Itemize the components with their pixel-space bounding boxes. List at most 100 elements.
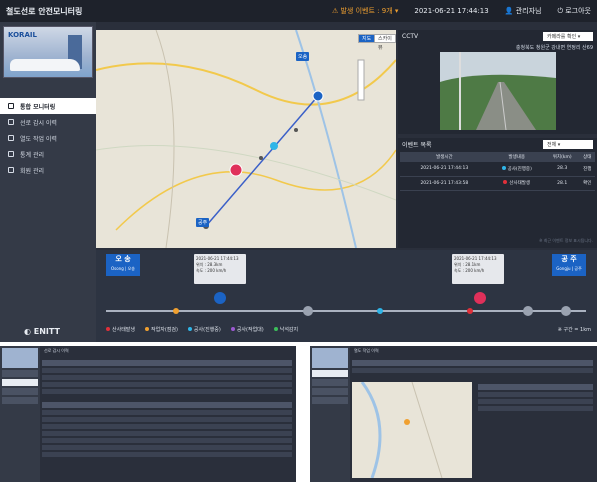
event-filter-select[interactable]: 전체 ▾ xyxy=(543,139,593,149)
sidebar-item-monitoring[interactable]: 통합 모니터링 xyxy=(0,98,96,114)
user-icon: 👤 xyxy=(504,7,514,15)
top-bar: 철도선로 안전모니터링 ⚠ 발생 이벤트 : 9개 ▾ 2021-06-21 1… xyxy=(0,0,597,22)
table-row xyxy=(42,438,292,443)
sub-nav-item-active xyxy=(312,370,348,377)
legend-label: 공사(작업대) xyxy=(236,327,264,333)
logout-button[interactable]: ⏻ 로그아웃 xyxy=(557,6,591,16)
datetime: 2021-06-21 17:44:13 xyxy=(414,7,489,15)
sidebar-item-track-history[interactable]: 선로 감시 이력 xyxy=(0,114,96,130)
legend-dot-icon xyxy=(273,327,278,331)
sub-content xyxy=(42,358,292,478)
sub-table-header xyxy=(478,384,593,390)
event-position: 28.1 xyxy=(544,176,580,191)
table-row xyxy=(478,392,593,397)
legend-dot-icon xyxy=(230,327,235,331)
main-dashboard: 철도선로 안전모니터링 ⚠ 발생 이벤트 : 9개 ▾ 2021-06-21 1… xyxy=(0,0,597,342)
map-canvas xyxy=(96,30,396,248)
sub-nav-item xyxy=(2,388,38,395)
sidebar-item-members[interactable]: 회원 관리 xyxy=(0,162,96,178)
legend-dot-icon xyxy=(187,327,192,331)
map-type-button[interactable]: 지도 xyxy=(358,34,376,43)
legend-item: 공사(작업대) xyxy=(230,326,264,333)
landslide-marker-icon xyxy=(467,308,473,314)
sub-screen-title: 선로 감시 이력 xyxy=(44,348,69,353)
cctv-image xyxy=(440,52,556,130)
sub-nav-item xyxy=(312,388,348,395)
legend-item: 공사(진행중) xyxy=(187,326,221,333)
brand-image: KORAIL xyxy=(3,26,93,78)
table-row xyxy=(42,375,292,380)
cctv-camera-select[interactable]: 카메라를 확인 ▾ xyxy=(543,31,593,41)
legend-item: 작업자(점검) xyxy=(145,326,178,333)
sub-sidebar xyxy=(0,346,40,482)
sub-screen-track-history: 선로 감시 이력 xyxy=(0,346,296,482)
train-marker-icon xyxy=(474,292,486,304)
camera-marker-icon xyxy=(523,306,533,316)
cctv-panel: CCTV 카메라를 확인 ▾ 충청북도 청원군 강내면 연정리 산69 xyxy=(398,30,597,134)
sidebar-item-label: 통합 모니터링 xyxy=(20,103,56,111)
column-header: 위치(km) xyxy=(544,152,580,162)
scale-note: ※ 구간 = 1km xyxy=(557,327,591,333)
event-list-header: 이벤트 목록 전체 ▾ xyxy=(398,138,597,150)
sub-table-header xyxy=(352,360,593,366)
event-position: 28.3 xyxy=(544,162,580,177)
legend-label: 공사(진행중) xyxy=(193,327,221,333)
table-row xyxy=(42,389,292,394)
map-view[interactable]: 지도 스카이뷰 오송 공주 xyxy=(96,30,396,248)
alert-badge[interactable]: ⚠ 발생 이벤트 : 9개 ▾ xyxy=(332,6,398,16)
map-label-gongju: 공주 xyxy=(196,218,210,227)
event-note: ※ 최근 이벤트 정보 표시됩니다. xyxy=(539,238,593,243)
sub-map-canvas xyxy=(360,381,443,479)
user-name: 관리자님 xyxy=(515,7,542,15)
event-table: 발생시간 발생내용 위치(km) 상태 2021-06-21 17:44:13 … xyxy=(400,152,595,191)
sidebar-item-statistics[interactable]: 통계 관리 xyxy=(0,146,96,162)
sub-sidebar xyxy=(310,346,350,482)
sidebar-nav: 통합 모니터링 선로 감시 이력 열도 작업 이력 통계 관리 회원 관리 xyxy=(0,98,96,178)
list-icon xyxy=(8,119,14,125)
alert-text: 발생 이벤트 : 9개 xyxy=(340,7,393,15)
column-header: 발생시간 xyxy=(400,152,489,162)
track-diagram: 오 송 Osong | 오송 공 주 Gongju | 공주 2021-06-2… xyxy=(96,250,597,342)
table-row xyxy=(42,431,292,436)
sidebar-item-work-history[interactable]: 열도 작업 이력 xyxy=(0,130,96,146)
sub-table-header xyxy=(42,360,292,366)
event-time: 2021-06-21 17:43:58 xyxy=(400,176,489,191)
train-marker-icon xyxy=(214,292,226,304)
table-row[interactable]: 2021-06-21 17:44:13 공사(진행중) 28.3 진행 xyxy=(400,162,595,177)
sub-list xyxy=(478,382,593,413)
sub-screen-title: 열도 작업 이력 xyxy=(354,348,379,353)
sub-brand-image xyxy=(2,348,38,368)
legend-dot-icon xyxy=(145,327,150,331)
user-icon xyxy=(8,167,14,173)
camera-marker-icon xyxy=(303,306,313,316)
table-row xyxy=(352,368,593,373)
cctv-video[interactable] xyxy=(440,52,556,130)
table-row xyxy=(42,445,292,450)
sub-nav-item-active xyxy=(2,379,38,386)
event-list-panel: 이벤트 목록 전체 ▾ 발생시간 발생내용 위치(km) 상태 2021-06-… xyxy=(398,138,597,248)
event-status: 진행 xyxy=(579,162,595,177)
cctv-title: CCTV xyxy=(402,32,419,40)
legend-item: 낙석감지 xyxy=(273,326,298,333)
user-info[interactable]: 👤 관리자님 xyxy=(505,6,542,16)
sub-content xyxy=(352,358,593,479)
event-time: 2021-06-21 17:44:13 xyxy=(400,162,489,177)
event-table-header: 발생시간 발생내용 위치(km) 상태 xyxy=(400,152,595,162)
skyview-button[interactable]: 스카이뷰 xyxy=(374,34,396,51)
sub-nav-item xyxy=(312,397,348,404)
table-row xyxy=(42,382,292,387)
track-legend: 산사태발생 작업자(점검) 공사(진행중) 공사(작업대) 낙석감지 xyxy=(106,326,298,333)
sidebar: KORAIL 통합 모니터링 선로 감시 이력 열도 작업 이력 통계 관리 회… xyxy=(0,22,96,342)
legend-item: 산사태발생 xyxy=(106,326,135,333)
logout-icon: ⏻ xyxy=(557,7,563,15)
map-label-osong: 오송 xyxy=(296,52,310,61)
table-row xyxy=(42,410,292,415)
column-header: 상태 xyxy=(579,152,595,162)
legend-dot-icon xyxy=(106,327,110,331)
table-row xyxy=(42,452,292,457)
status-dot-icon xyxy=(501,165,506,170)
sub-nav-item xyxy=(2,397,38,404)
rail-markers xyxy=(173,292,571,316)
top-bar-right: ⚠ 발생 이벤트 : 9개 ▾ 2021-06-21 17:44:13 👤 관리… xyxy=(332,6,591,16)
table-row[interactable]: 2021-06-21 17:43:58 산사태발생 28.1 확인 xyxy=(400,176,595,191)
